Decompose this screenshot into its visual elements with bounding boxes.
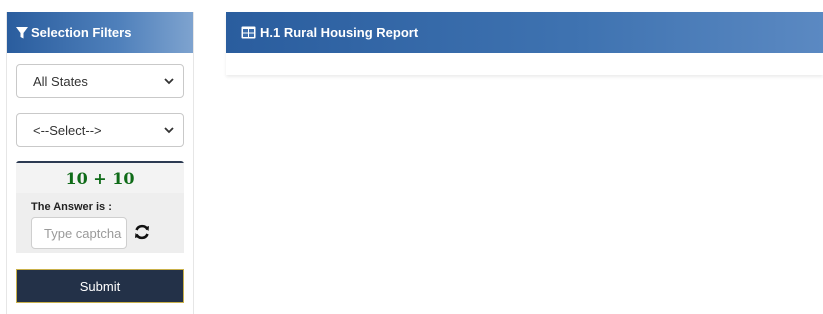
submit-button[interactable]: Submit [16,269,184,303]
state-select[interactable]: All States [16,64,184,98]
captcha-panel: 10 + 10 The Answer is : [16,161,184,253]
chevron-down-icon [163,124,175,136]
selection-filters-title: Selection Filters [31,25,132,40]
report-panel: H.1 Rural Housing Report [226,12,823,75]
page: Selection Filters All States <--Select--… [0,0,823,314]
report-title: H.1 Rural Housing Report [260,25,419,40]
captcha-question: 10 + 10 [16,163,184,193]
secondary-select-value: <--Select--> [33,122,102,138]
state-select-value: All States [33,73,88,89]
chevron-down-icon [163,75,175,87]
report-header: H.1 Rural Housing Report [226,12,823,53]
selection-filters-header: Selection Filters [7,12,193,53]
selection-filters-panel: Selection Filters All States <--Select--… [6,12,194,314]
filter-icon [15,26,29,40]
captcha-input[interactable] [31,217,127,249]
captcha-label: The Answer is : [31,201,112,213]
table-icon [241,26,256,39]
refresh-icon[interactable] [133,223,151,241]
secondary-select[interactable]: <--Select--> [16,113,184,147]
